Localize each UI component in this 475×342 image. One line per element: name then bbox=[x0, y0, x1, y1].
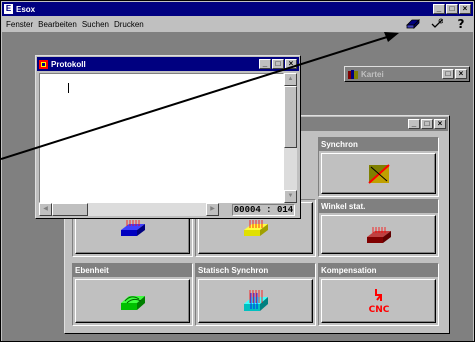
eraser-icon[interactable] bbox=[406, 17, 420, 30]
app-title: Esox bbox=[16, 4, 36, 14]
menu-bar: Fenster Bearbeiten Suchen Drucken bbox=[2, 17, 473, 31]
kartei-window[interactable]: Kartei □ × bbox=[344, 66, 470, 82]
app-minimize-button[interactable]: _ bbox=[433, 4, 445, 14]
cnc-icon: CNC bbox=[368, 289, 389, 314]
protokoll-title: Protokoll bbox=[51, 59, 86, 69]
toolbar: ? bbox=[406, 17, 468, 30]
kartei-title: Kartei bbox=[361, 69, 384, 79]
measurement-restore-button[interactable]: □ bbox=[421, 119, 433, 129]
kartei-close-button[interactable]: × bbox=[455, 69, 467, 79]
question-icon[interactable]: ? bbox=[454, 17, 468, 30]
menu-suchen[interactable]: Suchen bbox=[82, 20, 109, 29]
vertical-scrollbar[interactable]: ▲ ▼ bbox=[284, 73, 297, 203]
menu-bearbeiten[interactable]: Bearbeiten bbox=[38, 20, 77, 29]
horizontal-scrollbar[interactable]: ◀ ▶ bbox=[39, 203, 219, 216]
cyan-block-icon bbox=[243, 290, 268, 311]
scroll-right-icon[interactable]: ▶ bbox=[206, 203, 219, 216]
scroll-down-icon[interactable]: ▼ bbox=[284, 190, 297, 203]
app-title-bar[interactable]: E Esox _ □ × bbox=[2, 2, 473, 16]
panel-synchron: Synchron bbox=[318, 137, 439, 197]
statisch-synchron-button[interactable] bbox=[198, 279, 313, 323]
measurement-close-button[interactable]: × bbox=[434, 119, 446, 129]
flat-blue-block-icon bbox=[120, 220, 145, 236]
esox-logo-icon: E bbox=[4, 4, 13, 14]
yellow-block-icon bbox=[243, 220, 268, 236]
protokoll-window: Protokoll _ □ × ▲ ▼ ◀ ▶ 00004 : 014 bbox=[35, 55, 301, 219]
panel-statisch-synchron: Statisch Synchron bbox=[195, 263, 316, 326]
check-icon[interactable] bbox=[430, 17, 444, 30]
horizontal-scroll-thumb[interactable] bbox=[52, 203, 88, 216]
protokoll-close-button[interactable]: × bbox=[285, 59, 297, 69]
winkel-stat-button[interactable] bbox=[321, 215, 436, 254]
panel-label: Kompensation bbox=[319, 264, 438, 277]
panel-label: Winkel stat. bbox=[319, 200, 438, 213]
red-block-icon bbox=[366, 226, 391, 243]
green-block-icon bbox=[120, 296, 145, 310]
kompensation-button[interactable]: CNC bbox=[321, 279, 436, 323]
kartei-restore-button[interactable]: □ bbox=[442, 69, 454, 79]
ebenheit-button[interactable] bbox=[75, 279, 190, 323]
protokoll-text-area[interactable] bbox=[39, 73, 284, 203]
svg-text:?: ? bbox=[458, 17, 465, 30]
synchron-button[interactable] bbox=[321, 153, 436, 194]
esox-window: E Esox _ □ × Fenster Bearbeiten Suchen D… bbox=[0, 0, 475, 342]
panel-label: Statisch Synchron bbox=[196, 264, 315, 277]
protokoll-restore-button[interactable]: □ bbox=[272, 59, 284, 69]
panel-label: Ebenheit bbox=[73, 264, 192, 277]
panel-label: Synchron bbox=[319, 138, 438, 151]
scroll-left-icon[interactable]: ◀ bbox=[39, 203, 52, 216]
protokoll-minimize-button[interactable]: _ bbox=[259, 59, 271, 69]
panel-winkel-stat: Winkel stat. bbox=[318, 199, 439, 257]
panel-kompensation: Kompensation CNC bbox=[318, 263, 439, 326]
line-column-counter: 00004 : 014 bbox=[232, 204, 295, 216]
synchron-icon bbox=[367, 163, 390, 184]
menu-fenster[interactable]: Fenster bbox=[6, 20, 33, 29]
cnc-label: CNC bbox=[368, 305, 389, 314]
menu-drucken[interactable]: Drucken bbox=[114, 20, 144, 29]
kartei-icon bbox=[348, 69, 358, 79]
protokoll-icon bbox=[39, 59, 48, 69]
protokoll-title-bar[interactable]: Protokoll _ □ × bbox=[37, 57, 299, 71]
panel-ebenheit: Ebenheit bbox=[72, 263, 193, 326]
vertical-scroll-thumb[interactable] bbox=[284, 86, 297, 148]
app-close-button[interactable]: × bbox=[459, 4, 471, 14]
app-restore-button[interactable]: □ bbox=[446, 4, 458, 14]
measurement-minimize-button[interactable]: _ bbox=[408, 119, 420, 129]
scroll-up-icon[interactable]: ▲ bbox=[284, 73, 297, 86]
